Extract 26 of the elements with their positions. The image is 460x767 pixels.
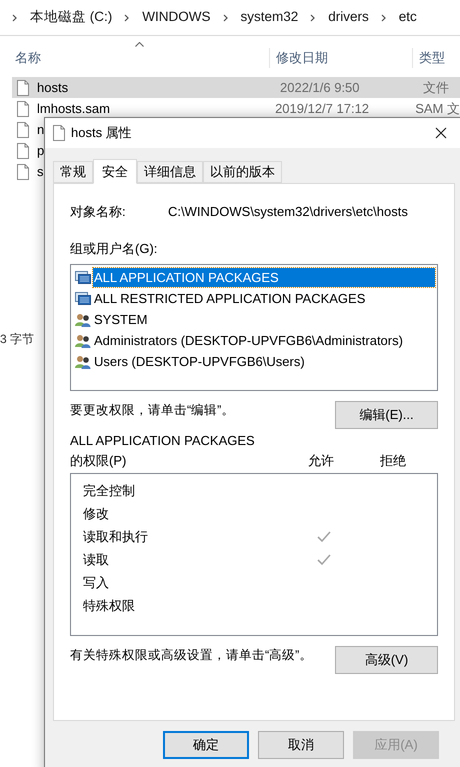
permission-name: 读取 [83, 550, 110, 569]
allow-header: 允许 [308, 452, 335, 470]
permission-name: 完全控制 [83, 482, 136, 500]
file-date: 2019/12/7 17:12 [274, 100, 370, 118]
file-name: lmhosts.sam [37, 100, 111, 118]
file-name: s [37, 162, 44, 181]
status-text: 3 字节 [0, 331, 34, 348]
object-path: C:\WINDOWS\system32\drivers\etc\hosts [168, 203, 408, 221]
permission-name: 读取和执行 [83, 528, 149, 546]
advanced-hint: 有关特殊权限或高级设置，请单击“高级”。 [70, 647, 312, 664]
edit-hint: 要更改权限，请单击“编辑”。 [70, 402, 234, 419]
permission-name: 修改 [83, 504, 110, 523]
permissions-subject: ALL APPLICATION PACKAGES [70, 432, 256, 450]
file-type: 文件 [422, 78, 449, 97]
object-label: 对象名称: [70, 203, 127, 221]
permission-name: 写入 [83, 574, 110, 592]
file-type: SAM 文 [414, 100, 460, 118]
deny-header: 拒绝 [380, 452, 406, 470]
window-title: hosts 属性 [71, 124, 132, 142]
permissions-label: 的权限(P) [70, 452, 128, 470]
file-date: 2022/1/6 9:50 [279, 78, 361, 97]
file-name: p [37, 142, 44, 160]
file-name: hosts [37, 78, 70, 97]
file-name: n [37, 120, 44, 139]
groups-label: 组或用户名(G): [70, 240, 158, 258]
permission-name: 特殊权限 [83, 596, 136, 615]
